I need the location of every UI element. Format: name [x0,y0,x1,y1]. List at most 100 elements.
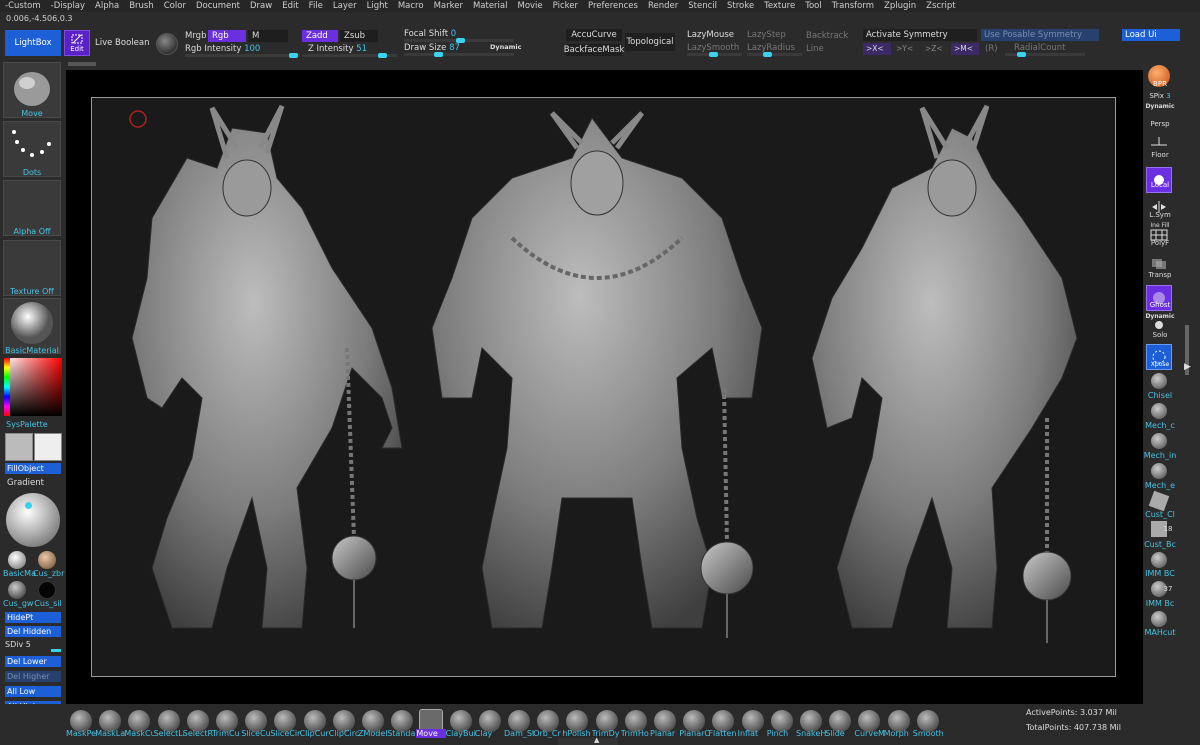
lazysmooth-track[interactable] [687,52,742,57]
rgb-intensity-knob[interactable] [289,53,298,58]
local-button[interactable] [1146,167,1172,193]
viewport[interactable] [91,97,1116,677]
zsub-button[interactable]: Zsub [340,30,378,42]
menu-item[interactable]: Transform [827,0,879,12]
brush-thumbnail-label[interactable]: ClayBui [446,729,476,738]
menu-item[interactable]: Preferences [583,0,643,12]
brush-thumbnail-label[interactable]: SelectLa [154,729,184,738]
brush-thumbnail-label[interactable]: ClipCur [300,729,330,738]
menu-item[interactable]: Texture [759,0,800,12]
floor-button[interactable] [1146,134,1172,150]
menu-item[interactable]: Macro [393,0,429,12]
sculpt-model-render[interactable] [92,98,1115,676]
menu-item[interactable]: Alpha [90,0,124,12]
material-cus-sil-icon[interactable] [38,581,56,599]
menu-item[interactable]: Color [159,0,191,12]
menu-item[interactable]: Render [643,0,683,12]
dynamic-button[interactable]: Dynamic [490,43,522,51]
posable-symmetry-button[interactable]: Use Posable Symmetry [981,29,1099,41]
live-boolean-button[interactable]: Live Boolean [95,38,149,48]
subtool-cust-cl[interactable] [1146,490,1172,512]
radial-count-track[interactable] [1005,52,1085,57]
z-intensity-slider[interactable]: Z Intensity 51 [308,44,367,54]
menu-item[interactable]: Picker [548,0,583,12]
menu-item[interactable]: -Custom [0,0,46,12]
brush-thumbnail-label[interactable]: Flatten [708,729,738,738]
brush-thumbnail-label[interactable]: CurveM [854,729,884,738]
transp-button[interactable] [1146,256,1172,270]
material-basic-icon[interactable] [8,551,26,569]
del-hidden-button[interactable]: Del Hidden [5,626,61,637]
rgb-intensity-track[interactable] [185,53,300,58]
menu-item[interactable]: Layer [328,0,362,12]
hidept-button[interactable]: HidePt [5,612,61,623]
topological-button[interactable]: Topological [625,33,675,51]
draw-size-knob[interactable] [434,52,443,57]
brush-thumbnail-label[interactable]: Orb_Cr [533,729,563,738]
gradient-label[interactable]: Gradient [7,478,44,488]
edit-button[interactable]: Edit [64,30,90,56]
brush-thumbnail-label[interactable]: Inflat [738,729,768,738]
brush-thumbnail-label[interactable]: Standar [387,729,417,738]
brush-thumbnail-label[interactable]: Smooth [913,729,943,738]
menu-item[interactable]: Edit [277,0,303,12]
brush-thumbnail-label[interactable]: Clay [475,729,505,738]
symmetry-m-button[interactable]: >M< [951,43,979,55]
brush-thumbnail-label[interactable]: SnakeH [796,729,826,738]
brush-thumbnail-label[interactable]: Slide [825,729,855,738]
menu-item[interactable]: Stroke [722,0,759,12]
brush-thumbnail-label[interactable]: Dam_St [504,729,534,738]
lazystep-slider[interactable]: LazyStep [747,30,786,40]
brush-thumbnail-label[interactable]: SliceCu [241,729,271,738]
brush-thumbnail-label[interactable]: MaskCu [124,729,154,738]
lazyradius-track[interactable] [747,52,802,57]
z-intensity-knob[interactable] [378,53,387,58]
menu-item[interactable]: Zscript [921,0,961,12]
subtool-mahcut[interactable] [1146,610,1172,628]
persp-button[interactable]: Persp [1142,120,1178,128]
brush-thumbnail-label[interactable]: TrimHo [621,729,651,738]
light-position-dot[interactable] [25,502,32,509]
lazyradius-knob[interactable] [763,52,772,57]
subtool-mech-in[interactable] [1146,432,1172,450]
draw-mode-sphere-icon[interactable] [156,33,178,55]
lightbox-button[interactable]: LightBox [5,30,61,56]
accucurve-button[interactable]: AccuCurve [566,29,622,41]
secondary-color-swatch[interactable] [34,433,62,461]
tray-expand-arrow-icon[interactable]: ▶ [1184,362,1191,372]
menu-item[interactable]: Movie [512,0,547,12]
del-lower-button[interactable]: Del Lower [5,656,61,667]
brush-thumbnail-label[interactable]: Move [416,729,447,738]
rgb-button[interactable]: Rgb [208,30,246,42]
spix-slider[interactable]: SPix 3 [1142,92,1178,100]
sdiv-knob[interactable] [51,649,61,652]
hue-strip[interactable] [4,358,10,416]
menu-item[interactable]: Material [468,0,513,12]
brush-thumbnail-label[interactable]: Morph [884,729,914,738]
color-picker[interactable] [4,358,62,416]
lazymouse-button[interactable]: LazyMouse [687,30,734,40]
brush-thumbnail-label[interactable]: Pinch [767,729,797,738]
mrgb-button[interactable]: Mrgb [185,31,206,41]
subtool-chisel[interactable] [1146,372,1172,390]
syspalette-label[interactable]: SysPalette [0,420,48,429]
menu-item[interactable]: Marker [429,0,468,12]
menu-item[interactable]: Tool [800,0,827,12]
zadd-button[interactable]: Zadd [302,30,338,42]
brush-thumbnail-label[interactable]: TrimCu [212,729,242,738]
focal-shift-slider[interactable]: Focal Shift 0 [404,29,456,39]
brush-thumbnail-label[interactable]: hPolish [562,729,592,738]
matcap-preview[interactable] [6,493,60,547]
brush-thumbnail-label[interactable]: SliceCir [270,729,300,738]
menu-item[interactable]: -Display [46,0,90,12]
symmetry-x-button[interactable]: >X< [863,43,891,55]
rgb-intensity-slider[interactable]: Rgb Intensity 100 [185,44,260,54]
bottom-tray-toggle[interactable]: ▲ [558,736,618,745]
menu-item[interactable]: File [304,0,328,12]
material-cus-gw-icon[interactable] [8,581,26,599]
menu-item[interactable]: Zplugin [879,0,921,12]
lazysmooth-knob[interactable] [709,52,718,57]
menu-item[interactable]: Brush [124,0,159,12]
subtool-mech-c[interactable] [1146,402,1172,420]
brush-thumbnail-label[interactable]: SelectRe [183,729,213,738]
